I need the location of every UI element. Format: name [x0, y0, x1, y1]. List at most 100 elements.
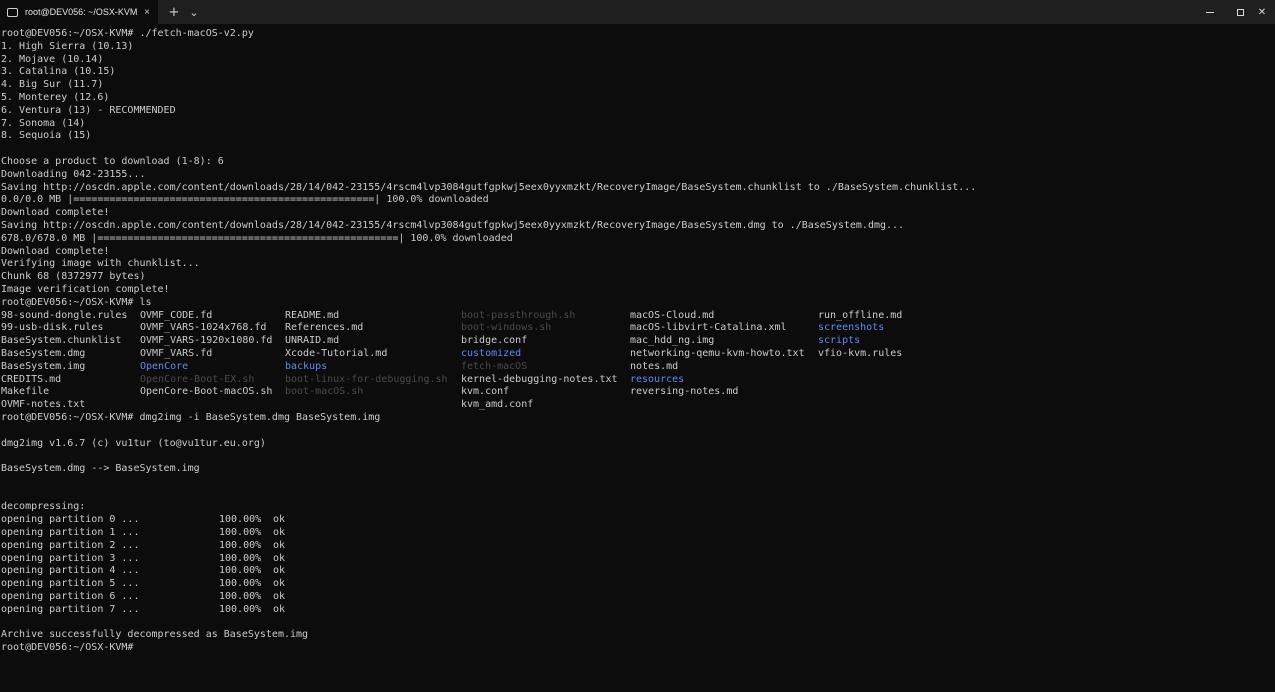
partition-line: opening partition 2 ... 100.00% ok	[1, 540, 1275, 553]
output-line: Download complete!	[1, 207, 110, 219]
output-line: root@DEV056:~/OSX-KVM# dmg2img -i BaseSy…	[1, 411, 381, 423]
partition-label: opening partition 7 ...	[1, 603, 140, 615]
ls-row: 98-sound-dongle.rules OVMF_CODE.fd README.…	[1, 310, 1275, 323]
partition-percent: 100.00%	[219, 603, 262, 615]
output-line: Download complete!	[1, 245, 110, 257]
minimize-icon	[1206, 11, 1214, 13]
ls-entry: boot-passthrough.sh	[461, 309, 576, 321]
partition-label: opening partition 2 ...	[1, 539, 140, 551]
ls-entry: screenshots	[818, 322, 885, 334]
partition-percent: 100.00%	[219, 552, 262, 564]
partition-status: ok	[273, 578, 286, 590]
partition-percent: 100.00%	[219, 565, 262, 577]
dropdown-button[interactable]: ⌄	[184, 0, 204, 24]
ls-entry: 99-usb-disk.rules	[1, 322, 104, 334]
ls-entry: CREDITS.md	[1, 373, 62, 385]
ls-row: OVMF-notes.txt kvm_amd.conf	[1, 399, 1275, 412]
partition-label: opening partition 1 ...	[1, 527, 140, 539]
tab-close-button[interactable]: ×	[140, 7, 154, 18]
partition-label: opening partition 6 ...	[1, 591, 140, 603]
ls-entry: OpenCore-Boot-EX.sh	[140, 373, 255, 385]
ls-entry: bridge.conf	[461, 335, 528, 347]
ls-entry: 98-sound-dongle.rules	[1, 309, 128, 321]
tab-title: root@DEV056: ~/OSX-KVM	[25, 7, 138, 17]
ls-entry: mac_hdd_ng.img	[630, 335, 715, 347]
partition-line: opening partition 1 ... 100.00% ok	[1, 527, 1275, 540]
output-line: Archive successfully decompressed as Bas…	[1, 629, 309, 641]
ls-entry: UNRAID.md	[285, 335, 340, 347]
terminal-output[interactable]: root@DEV056:~/OSX-KVM# ./fetch-macOS-v2.…	[1, 28, 1275, 692]
ls-entry: boot-linux-for-debugging.sh	[285, 373, 448, 385]
ls-entry: scripts	[818, 335, 861, 347]
partition-line: opening partition 3 ... 100.00% ok	[1, 553, 1275, 566]
ls-entry: Makefile	[1, 386, 50, 398]
ls-entry: boot-macOS.sh	[285, 386, 364, 398]
output-line: Image verification complete!	[1, 283, 170, 295]
ls-entry: OpenCore	[140, 360, 189, 372]
partition-label: opening partition 3 ...	[1, 552, 140, 564]
partition-line: opening partition 4 ... 100.00% ok	[1, 565, 1275, 578]
output-line: Downloading 042-23155...	[1, 168, 146, 180]
output-line: 7. Sonoma (14)	[1, 117, 86, 129]
output-line: Chunk 68 (8372977 bytes)	[1, 271, 146, 283]
partition-percent: 100.00%	[219, 578, 262, 590]
partition-label: opening partition 0 ...	[1, 514, 140, 526]
partition-status: ok	[273, 591, 286, 603]
ls-row: BaseSystem.chunklist OVMF_VARS-1920x1080.…	[1, 335, 1275, 348]
output-line: 2. Mojave (10.14)	[1, 53, 104, 65]
close-button[interactable]: ✕	[1250, 0, 1274, 24]
ls-row: BaseSystem.dmg OVMF_VARS.fd Xcode-Tutorial…	[1, 348, 1275, 361]
ls-entry: BaseSystem.img	[1, 360, 86, 372]
ls-entry: resources	[630, 373, 685, 385]
partition-percent: 100.00%	[219, 527, 262, 539]
ls-entry: kernel-debugging-notes.txt	[461, 373, 618, 385]
ls-entry: reversing-notes.md	[630, 386, 739, 398]
ls-entry: OVMF_CODE.fd	[140, 309, 213, 321]
ls-entry: README.md	[285, 309, 340, 321]
ls-entry: backups	[285, 360, 328, 372]
ls-entry: fetch-macOS	[461, 360, 528, 372]
output-line: Saving http://oscdn.apple.com/content/do…	[1, 219, 905, 231]
ls-entry: customized	[461, 347, 522, 359]
ls-entry: vfio-kvm.rules	[818, 347, 903, 359]
maximize-icon	[1236, 8, 1244, 16]
ls-entry: OVMF_VARS.fd	[140, 347, 213, 359]
partition-line: opening partition 7 ... 100.00% ok	[1, 604, 1275, 617]
ls-entry: Xcode-Tutorial.md	[285, 347, 388, 359]
title-bar: root@DEV056: ~/OSX-KVM × + ⌄ ✕	[0, 0, 1275, 24]
ls-entry: OVMF-notes.txt	[1, 399, 86, 411]
new-tab-button[interactable]: +	[164, 0, 184, 24]
ls-entry: kvm.conf	[461, 386, 510, 398]
partition-percent: 100.00%	[219, 591, 262, 603]
output-line: 3. Catalina (10.15)	[1, 66, 116, 78]
ls-entry: run_offline.md	[818, 309, 903, 321]
output-line: 1. High Sierra (10.13)	[1, 40, 134, 52]
output-line: 5. Monterey (12.6)	[1, 91, 110, 103]
output-line: 678.0/678.0 MB |========================…	[1, 232, 513, 244]
tab-terminal[interactable]: root@DEV056: ~/OSX-KVM ×	[0, 0, 158, 24]
partition-status: ok	[273, 514, 286, 526]
ls-entry: OpenCore-Boot-macOS.sh	[140, 386, 273, 398]
ls-row: BaseSystem.img OpenCore backups fetch-macOS…	[1, 361, 1275, 374]
output-line: 6. Ventura (13) - RECOMMENDED	[1, 104, 176, 116]
terminal-icon	[7, 7, 18, 17]
ls-row: 99-usb-disk.rules OVMF_VARS-1024x768.fd Re…	[1, 322, 1275, 335]
partition-status: ok	[273, 603, 286, 615]
partition-percent: 100.00%	[219, 539, 262, 551]
partition-line: opening partition 0 ... 100.00% ok	[1, 514, 1275, 527]
ls-entry: BaseSystem.chunklist	[1, 335, 122, 347]
ls-entry: macOS-Cloud.md	[630, 309, 715, 321]
output-line: BaseSystem.dmg --> BaseSystem.img	[1, 463, 200, 475]
output-line: root@DEV056:~/OSX-KVM# ./fetch-macOS-v2.…	[1, 28, 254, 39]
partition-label: opening partition 4 ...	[1, 565, 140, 577]
ls-entry: References.md	[285, 322, 364, 334]
partition-status: ok	[273, 565, 286, 577]
minimize-button[interactable]	[1193, 0, 1227, 24]
ls-entry: OVMF_VARS-1920x1080.fd	[140, 335, 273, 347]
partition-status: ok	[273, 527, 286, 539]
